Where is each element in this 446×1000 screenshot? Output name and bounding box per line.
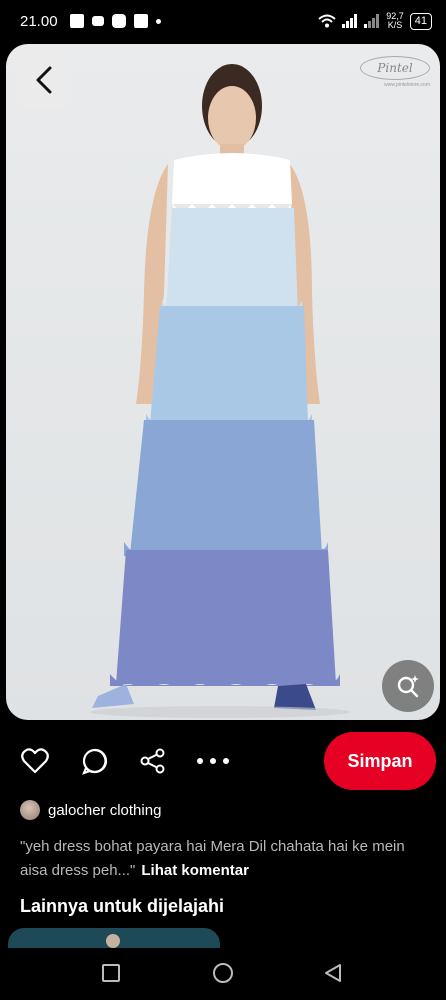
creator-name[interactable]: galocher clothing bbox=[48, 802, 161, 819]
system-back-button[interactable] bbox=[320, 960, 346, 986]
avatar[interactable] bbox=[20, 800, 40, 820]
infinity-icon bbox=[91, 16, 104, 26]
square-icon bbox=[102, 964, 120, 982]
save-button[interactable]: Simpan bbox=[324, 732, 436, 790]
status-bar: 21.00 92,7 K/S 41 bbox=[0, 0, 446, 42]
instagram-icon bbox=[111, 14, 126, 28]
comment-icon bbox=[82, 748, 108, 775]
visual-search-button[interactable] bbox=[382, 660, 434, 712]
view-comments-link[interactable]: Lihat komentar bbox=[141, 862, 249, 879]
status-right: 92,7 K/S 41 bbox=[318, 12, 432, 30]
home-button[interactable] bbox=[210, 960, 236, 986]
speed-unit: K/S bbox=[387, 20, 403, 30]
like-button[interactable] bbox=[20, 746, 50, 776]
battery-indicator: 41 bbox=[409, 12, 432, 30]
status-time: 21.00 bbox=[20, 12, 58, 30]
top-comment[interactable]: "yeh dress bohat payara hai Mera Dil cha… bbox=[20, 835, 430, 883]
lens-search-icon bbox=[397, 675, 419, 698]
back-button[interactable] bbox=[16, 52, 72, 108]
triangle-back-icon bbox=[325, 964, 341, 982]
creator-row[interactable]: galocher clothing bbox=[20, 800, 161, 820]
comment-button[interactable] bbox=[80, 746, 110, 776]
more-options-button[interactable] bbox=[196, 746, 230, 776]
system-nav-bar bbox=[0, 948, 446, 1000]
brand-watermark: Pintel bbox=[360, 56, 430, 80]
thumbnail-figure bbox=[106, 934, 120, 948]
action-bar: Simpan bbox=[0, 730, 446, 792]
recent-apps-button[interactable] bbox=[98, 960, 124, 986]
dress-photo bbox=[90, 64, 350, 718]
shopping-bag-icon bbox=[133, 14, 148, 28]
notification-dot-icon bbox=[155, 18, 161, 24]
network-speed: 92,7 K/S bbox=[386, 12, 404, 30]
signal-icon bbox=[342, 14, 358, 28]
status-left: 21.00 bbox=[20, 13, 161, 30]
chevron-left-icon bbox=[36, 66, 52, 94]
heart-icon bbox=[21, 748, 49, 774]
share-icon bbox=[140, 748, 165, 774]
message-icon bbox=[69, 14, 84, 28]
wifi-icon bbox=[318, 14, 336, 28]
pin-image[interactable]: Pintel www.pintelstore.com bbox=[6, 44, 440, 720]
brand-watermark-url: www.pintelstore.com bbox=[384, 82, 430, 88]
related-pin-thumbnail[interactable] bbox=[8, 928, 220, 948]
more-icon bbox=[197, 758, 229, 764]
explore-heading: Lainnya untuk dijelajahi bbox=[20, 896, 225, 916]
share-button[interactable] bbox=[138, 746, 168, 776]
signal-2-icon bbox=[364, 14, 380, 28]
circle-icon bbox=[213, 963, 233, 983]
